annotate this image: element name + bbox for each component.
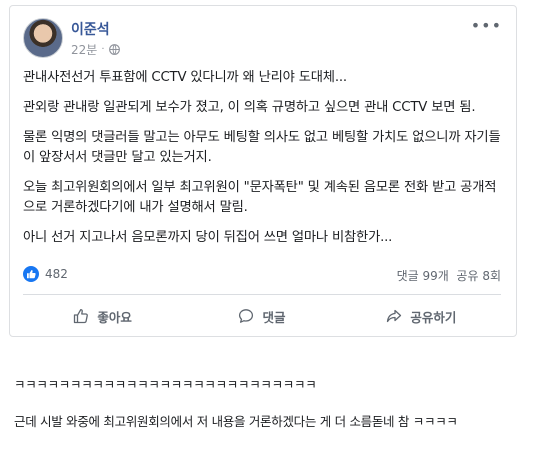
like-reaction-icon[interactable]	[23, 266, 39, 282]
post-paragraph: 아니 선거 지고나서 음모론까지 당이 뒤집어 쓰면 얼마나 비참한가...	[23, 230, 393, 245]
post-text: 관내사전선거 투표함에 CCTV 있다니까 왜 난리야 도대체... 관외랑 관…	[23, 68, 501, 258]
post-card: 이준석 22분 · ••• 관내사전선거 투표함에 CCTV 있다니까 왜 난리…	[9, 5, 517, 337]
author-avatar[interactable]	[23, 18, 63, 58]
post-stats: 482 댓글 99개 공유 8회	[23, 264, 501, 286]
globe-icon[interactable]	[108, 44, 120, 55]
post-paragraph: 물론 익명의 댓글러들 말고는 아무도 베팅할 의사도 없고 베팅할 가치도 없…	[23, 130, 501, 165]
comment-text: ㅋㅋㅋㅋㅋㅋㅋㅋㅋㅋㅋㅋㅋㅋㅋㅋㅋㅋㅋㅋㅋㅋㅋㅋㅋㅋㅋ	[14, 377, 317, 392]
more-options-icon[interactable]: •••	[471, 16, 502, 35]
share-icon	[387, 309, 402, 323]
comment-label: 댓글	[262, 309, 286, 325]
comment-icon	[239, 309, 254, 323]
author-name[interactable]: 이준석	[71, 19, 110, 39]
action-bar: 좋아요 댓글 공유하기	[23, 301, 501, 331]
post-paragraph: 오늘 최고위원회의에서 일부 최고위원이 "문자폭탄" 및 계속된 음모론 전화…	[23, 180, 497, 215]
comment-share-counts: 댓글 99개 공유 8회	[397, 267, 501, 284]
comment-list: ㅋㅋㅋㅋㅋㅋㅋㅋㅋㅋㅋㅋㅋㅋㅋㅋㅋㅋㅋㅋㅋㅋㅋㅋㅋㅋㅋ 근데 시발 와중에 최고…	[14, 376, 534, 450]
post-paragraph: 관내사전선거 투표함에 CCTV 있다니까 왜 난리야 도대체...	[23, 70, 347, 85]
post-time[interactable]: 22분	[71, 41, 97, 58]
reaction-count[interactable]: 482	[45, 267, 68, 281]
share-count[interactable]: 공유 8회	[456, 269, 501, 283]
like-label: 좋아요	[97, 309, 132, 325]
like-button[interactable]: 좋아요	[23, 301, 182, 331]
comment-count[interactable]: 댓글 99개	[397, 269, 449, 283]
share-label: 공유하기	[410, 309, 457, 325]
post-meta: 22분 ·	[71, 41, 120, 58]
comment-button[interactable]: 댓글	[182, 301, 341, 331]
post-paragraph: 관외랑 관내랑 일관되게 보수가 졌고, 이 의혹 규명하고 싶으면 관내 CC…	[23, 100, 476, 115]
comment-text: 근데 시발 와중에 최고위원회의에서 저 내용을 거론하겠다는 게 더 소름돋네…	[14, 414, 458, 429]
share-button[interactable]: 공유하기	[342, 301, 501, 331]
divider	[23, 294, 501, 295]
thumbs-up-icon	[74, 308, 89, 324]
meta-separator: ·	[101, 44, 105, 55]
